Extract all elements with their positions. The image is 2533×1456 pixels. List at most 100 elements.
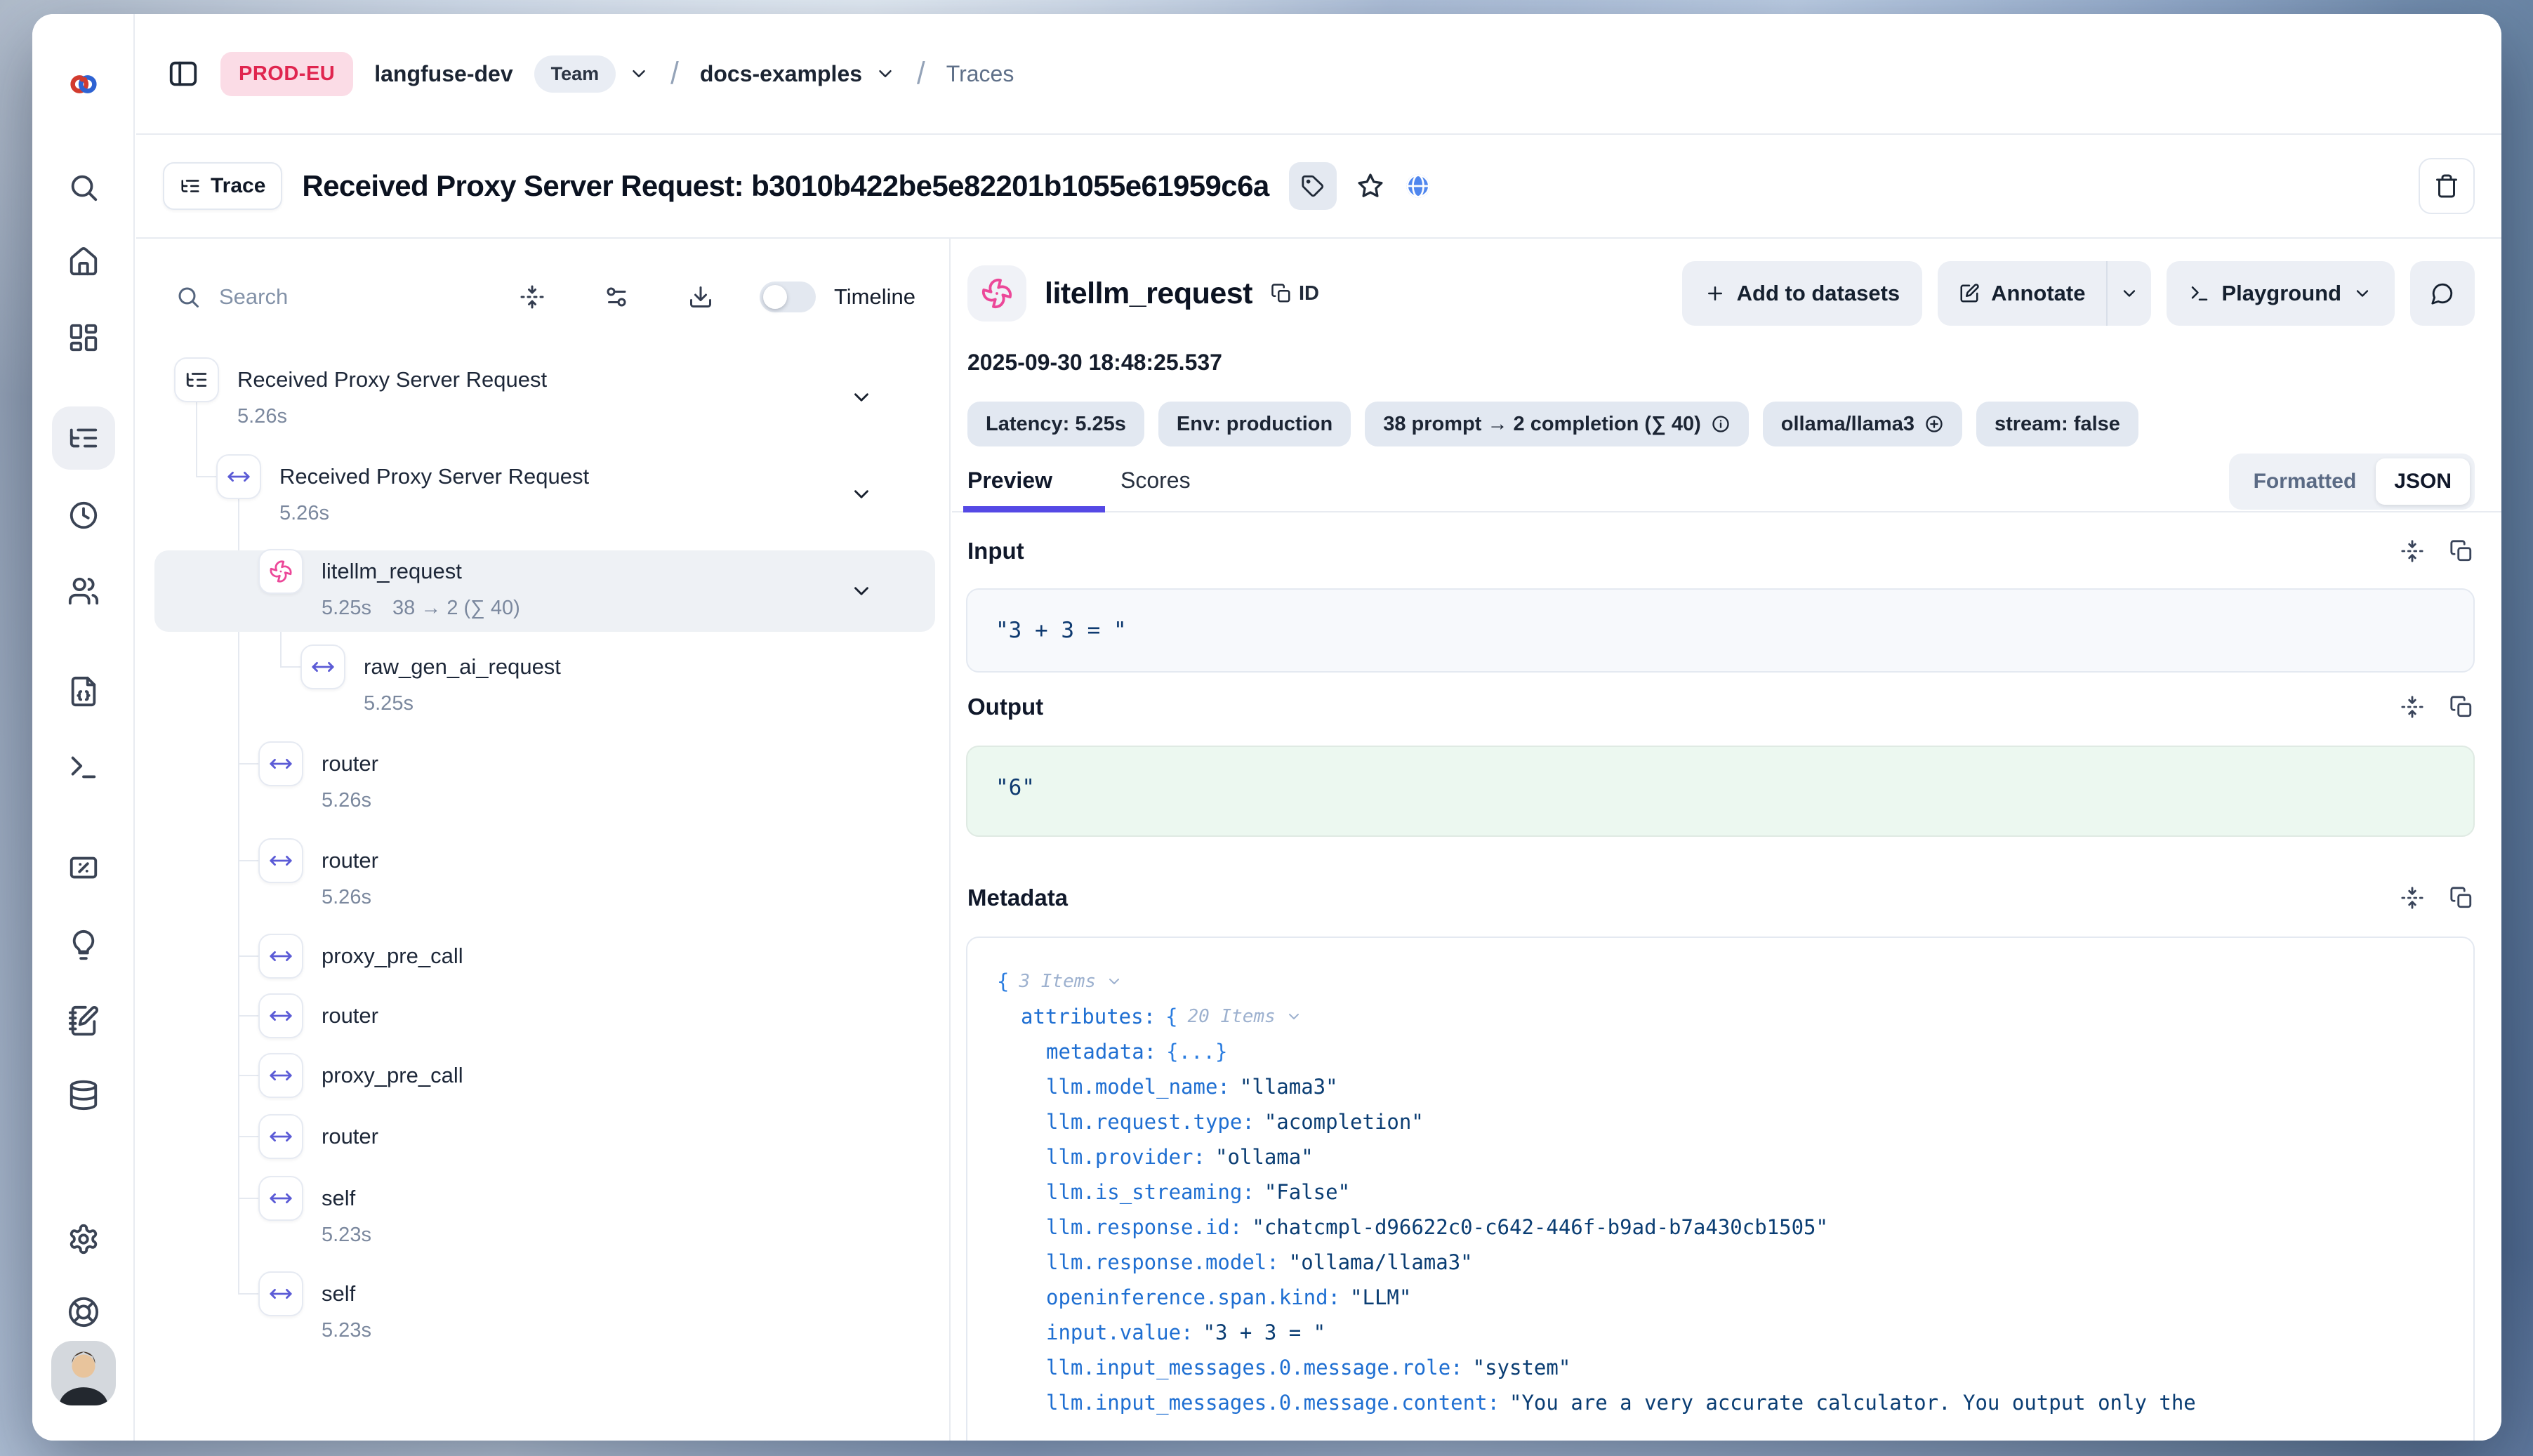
project-chevron-down-icon[interactable] [875,63,896,84]
top-header: PROD-EU langfuse-dev Team / docs-example… [136,14,2501,135]
json-line: llm.input_messages.0.message.content: "Y… [1046,1391,2196,1415]
tree-item-label: raw_gen_ai_request [364,654,561,680]
chevron-down-icon[interactable] [849,579,873,603]
filter-sliders-icon[interactable] [604,284,629,310]
sidebar-item-playground[interactable] [67,751,100,783]
sidebar-item-home[interactable] [67,246,100,278]
output-section-tools [2400,695,2473,719]
chevron-down-icon [2353,284,2372,303]
chevron-down-icon[interactable] [1106,973,1123,990]
tree-item-root-trace[interactable]: Received Proxy Server Request 5.26s [174,357,547,402]
metadata-section-tools [2400,886,2473,910]
pen-square-icon [1959,283,1980,304]
sidebar-item-datasets[interactable] [67,1079,100,1111]
tree-item-span[interactable]: proxy_pre_call [258,1053,463,1098]
input-content: "3 + 3 = " [996,618,1127,643]
tree-item-span[interactable]: proxy_pre_call [258,934,463,979]
user-avatar[interactable] [51,1341,116,1405]
json-line[interactable]: metadata: {...} [1046,1040,1227,1064]
format-toggle-formatted[interactable]: Formatted [2234,470,2376,494]
annotate-button-group: Annotate [1938,261,2151,326]
tree-item-duration: 5.26s [322,886,371,909]
json-line[interactable]: attributes: { 20 Items [1021,1005,1302,1028]
plus-circle-icon [1924,414,1944,434]
sidebar-item-insights[interactable] [67,929,100,961]
annotate-button[interactable]: Annotate [1938,261,2106,326]
timeline-toggle[interactable] [760,282,816,312]
tree-item-span[interactable]: router 5.26s [258,741,378,786]
collapse-all-icon[interactable] [520,284,545,310]
expand-icon[interactable] [2400,886,2424,910]
bookmark-star-button[interactable] [1356,172,1384,200]
span-icon [216,454,261,499]
copy-icon[interactable] [2449,539,2473,563]
tree-connector [196,402,197,477]
playground-button[interactable]: Playground [2167,261,2395,326]
sidebar-item-evaluation[interactable] [67,852,100,884]
tree-item-span[interactable]: router 5.26s [258,838,378,883]
tree-item-span[interactable]: router [258,1114,378,1159]
copy-icon[interactable] [2449,886,2473,910]
sidebar-item-support[interactable] [67,1296,100,1328]
comments-button[interactable] [2410,261,2475,326]
annotate-dropdown-button[interactable] [2106,261,2151,326]
terminal-icon [2189,283,2210,304]
observation-timestamp: 2025-09-30 18:48:25.537 [967,350,1222,376]
json-line: llm.is_streaming: "False" [1046,1180,1350,1204]
tags-button[interactable] [1289,162,1337,210]
delete-trace-button[interactable] [2419,158,2475,214]
search-input[interactable] [219,284,416,310]
span-icon [258,838,303,883]
json-line: llm.request.type: "acompletion" [1046,1110,1424,1134]
org-chevron-down-icon[interactable] [628,63,649,84]
breadcrumb-section[interactable]: Traces [946,61,1014,87]
tree-item-duration: 5.25s [364,692,414,715]
sidebar-item-prompts[interactable] [67,675,100,708]
chevron-down-icon[interactable] [849,385,873,409]
copy-icon[interactable] [2449,695,2473,719]
sidebar-item-search[interactable] [67,171,100,204]
annotate-label: Annotate [1991,281,2085,306]
add-to-datasets-button[interactable]: Add to datasets [1682,261,1923,326]
sidebar-toggle-icon[interactable] [167,58,199,90]
model-badge[interactable]: ollama/llama3 [1763,402,1962,446]
tree-item-span[interactable]: Received Proxy Server Request 5.26s [216,454,589,499]
tab-preview[interactable]: Preview [967,468,1052,494]
expand-icon[interactable] [2400,539,2424,563]
tree-item-generation-selected[interactable]: litellm_request 5.25s38 → 2 (∑ 40) [258,549,462,594]
breadcrumb-project[interactable]: docs-examples [700,61,862,87]
tree-item-span[interactable]: router [258,993,378,1038]
trace-title: Received Proxy Server Request: b3010b422… [302,169,1269,203]
plus-icon [1705,283,1726,304]
sidebar-item-traces[interactable] [67,422,100,454]
chevron-down-icon[interactable] [849,482,873,506]
tree-item-span[interactable]: self 5.23s [258,1176,355,1221]
format-toggle-json[interactable]: JSON [2376,458,2470,505]
trace-type-badge: Trace [163,162,282,210]
sidebar-item-annotation[interactable] [67,1005,100,1037]
tree-connector [238,763,258,765]
span-icon [258,934,303,979]
token-usage-badge[interactable]: 38 prompt → 2 completion (∑ 40) [1365,402,1749,446]
tree-connector [238,1136,258,1137]
expand-icon[interactable] [2400,695,2424,719]
tree-item-label: proxy_pre_call [322,944,463,969]
span-icon [300,644,345,689]
tree-item-duration: 5.26s [322,789,371,812]
input-section-tools [2400,539,2473,563]
sidebar-item-settings[interactable] [67,1223,100,1255]
sidebar-item-sessions[interactable] [67,499,100,531]
tree-item-span[interactable]: self 5.23s [258,1271,355,1316]
copy-id-button[interactable]: ID [1271,282,1319,305]
chevron-down-icon[interactable] [1285,1008,1302,1025]
app-window: PROD-EU langfuse-dev Team / docs-example… [32,14,2501,1441]
breadcrumb-org[interactable]: langfuse-dev [374,61,512,87]
tab-scores[interactable]: Scores [1120,468,1191,494]
sidebar-item-users[interactable] [67,575,100,607]
json-line[interactable]: { 3 Items [997,969,1123,993]
download-icon[interactable] [688,284,713,310]
tree-item-span[interactable]: raw_gen_ai_request 5.25s [300,644,561,689]
public-globe-button[interactable] [1404,172,1432,200]
sidebar-item-dashboards[interactable] [67,322,100,354]
span-icon [258,1271,303,1316]
